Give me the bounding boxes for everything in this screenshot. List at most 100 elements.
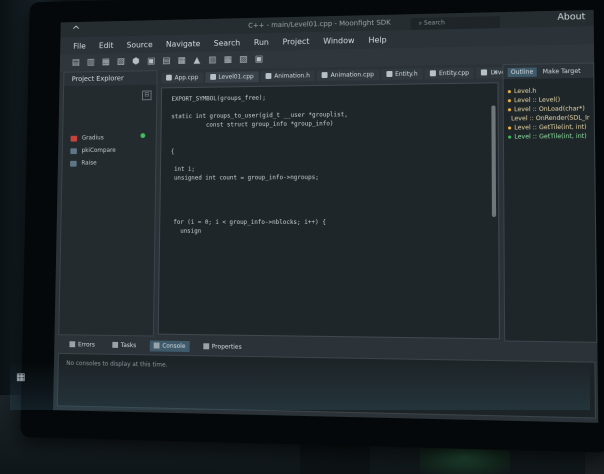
tab-outline[interactable]: Outline [507, 67, 537, 77]
editor-tab-label: Entity.cpp [438, 69, 470, 77]
toolbar-button-icon[interactable]: ▦ [177, 56, 187, 66]
grid-icon: ▦ [16, 372, 26, 383]
file-icon [209, 73, 216, 80]
file-icon [481, 69, 488, 76]
folder-red-icon [70, 135, 78, 142]
project-explorer-title: Project Explorer [64, 71, 157, 87]
explorer-item[interactable]: Raise [70, 157, 116, 170]
menu-item-file[interactable]: File [73, 41, 86, 50]
editor-tab[interactable]: Animation.cpp [316, 68, 379, 81]
bullet-icon [508, 135, 512, 139]
toolbar-button-icon[interactable]: ▤ [71, 58, 81, 68]
console-view: No consoles to display at this time. [56, 352, 597, 419]
toolbar-button-icon[interactable]: ▦ [101, 58, 111, 68]
monitor: ^ C++ - main/Level01.cpp - Moonfight SDK… [20, 0, 604, 453]
menu-item-run[interactable]: Run [254, 37, 269, 46]
file-icon [321, 72, 328, 79]
outline-item-label: Level :: GetTile(int, int) [514, 123, 587, 132]
bottom-tab-label: Properties [211, 342, 242, 351]
about-button[interactable]: About [557, 12, 585, 23]
toolbar-button-icon[interactable]: ▧ [238, 55, 248, 65]
outline-list: Level.h Level :: Level() Level :: OnLoad(c… [504, 78, 595, 150]
editor-scrollbar[interactable] [491, 105, 497, 217]
editor-tab[interactable]: App.cpp [161, 71, 204, 84]
toolbar-button-icon[interactable]: ▧ [116, 57, 126, 67]
explorer-item[interactable]: pkiCompare [70, 144, 116, 157]
menu-item-navigate[interactable]: Navigate [166, 39, 200, 48]
editor-tab[interactable]: Entity.cpp [424, 67, 475, 79]
explorer-item-label: Raise [81, 159, 97, 167]
tab-errors[interactable]: Errors [66, 339, 99, 350]
toolbar-button-icon[interactable]: ▣ [254, 55, 264, 65]
toolbar-button-icon[interactable]: ▥ [86, 58, 96, 68]
outline-item-label: Level :: OnRender(SDL_Int [511, 114, 590, 123]
code-area[interactable]: EXPORT_SYMBOL(groups_free); static int gr… [157, 82, 500, 340]
code-line: for (i = 0; i < group_info->nblocks; i++… [169, 218, 326, 227]
code-editor: App.cpp Level01.cpp Animation.h Animation.c… [157, 64, 519, 340]
tab-make-target[interactable]: Make Target [543, 67, 581, 75]
toolbar-button-icon[interactable]: ▦ [223, 55, 233, 65]
workbench: Project Explorer ⊟ Gradius pkiCompare Rais… [55, 62, 598, 343]
tab-console[interactable]: Console [149, 339, 190, 352]
panel-icon [69, 341, 76, 348]
tab-tasks[interactable]: Tasks [108, 339, 140, 350]
toolbar-button-icon[interactable]: ⬢ [131, 57, 141, 67]
menu-item-search[interactable]: Search [214, 38, 241, 47]
bottom-tab-label: Tasks [120, 341, 137, 349]
toolbar-button-icon[interactable]: ▥ [207, 55, 217, 66]
file-icon [265, 73, 272, 79]
file-icon [385, 70, 393, 78]
outline-item-label: Level :: Level() [514, 96, 561, 105]
outline-panel: Outline Make Target Level.h Level :: Leve… [502, 62, 598, 343]
editor-tab-label: Animation.h [274, 71, 310, 80]
status-dot [140, 133, 146, 139]
menu-item-window[interactable]: Window [323, 36, 354, 45]
bullet-icon [507, 99, 511, 103]
editor-tab-label: Level01.cpp [218, 72, 254, 81]
editor-tab[interactable]: Level01.cpp [204, 70, 259, 83]
project-explorer: Project Explorer ⊟ Gradius pkiCompare Rais… [58, 70, 158, 337]
bottom-tab-label: Errors [77, 340, 95, 349]
menu-item-help[interactable]: Help [368, 35, 386, 44]
search-placeholder: Search [423, 19, 445, 27]
editor-tab[interactable]: Animation.h [260, 69, 315, 82]
bullet-icon [508, 126, 512, 130]
toolbar-button-icon[interactable]: ▣ [146, 57, 156, 67]
editor-tab-label: Entity.h [395, 70, 418, 78]
explorer-item-label: Gradius [81, 134, 104, 142]
panel-icon [202, 343, 209, 350]
file-icon [166, 74, 172, 81]
folder-icon [70, 160, 77, 167]
file-icon [429, 70, 436, 77]
bullet-icon [507, 108, 512, 112]
outline-item[interactable]: Level :: GetTile(int, int) [508, 132, 590, 142]
outline-tabs: Outline Make Target [503, 63, 594, 80]
close-icon[interactable]: × [492, 68, 498, 76]
collapse-all-icon[interactable]: ⊟ [141, 90, 152, 101]
menu-item-project[interactable]: Project [282, 37, 309, 46]
outline-item-label: Level :: GetTile(int, int) [514, 132, 587, 141]
outline-item-label: Level.h [513, 87, 537, 96]
explorer-item[interactable]: Gradius [70, 132, 116, 145]
project-list: Gradius pkiCompare Raise [70, 132, 116, 170]
panel-icon [112, 341, 118, 348]
console-message: No consoles to display at this time. [66, 359, 168, 369]
panel-icon [153, 342, 160, 349]
search-input[interactable]: ⌕ Search [410, 16, 501, 31]
menu-item-source[interactable]: Source [127, 40, 153, 49]
bottom-panel: Errors Tasks Console Properties No consoles… [56, 337, 597, 419]
outline-item-label: Level :: OnLoad(char*) [514, 105, 585, 114]
menu-item-edit[interactable]: Edit [99, 41, 114, 50]
bullet-icon [507, 90, 511, 94]
editor-tab-label: App.cpp [174, 73, 199, 81]
toolbar-button-icon[interactable]: ▲ [192, 56, 202, 66]
code-line: unsign [169, 227, 202, 235]
tab-properties[interactable]: Properties [199, 341, 246, 353]
toolbar-button-icon[interactable]: ▤ [161, 56, 171, 66]
ide-window: ^ C++ - main/Level01.cpp - Moonfight SDK… [53, 9, 599, 423]
bottom-tab-label: Console [162, 342, 186, 350]
editor-tab[interactable]: Entity.h [380, 67, 423, 80]
editor-tab-label: Animation.cpp [330, 70, 374, 79]
